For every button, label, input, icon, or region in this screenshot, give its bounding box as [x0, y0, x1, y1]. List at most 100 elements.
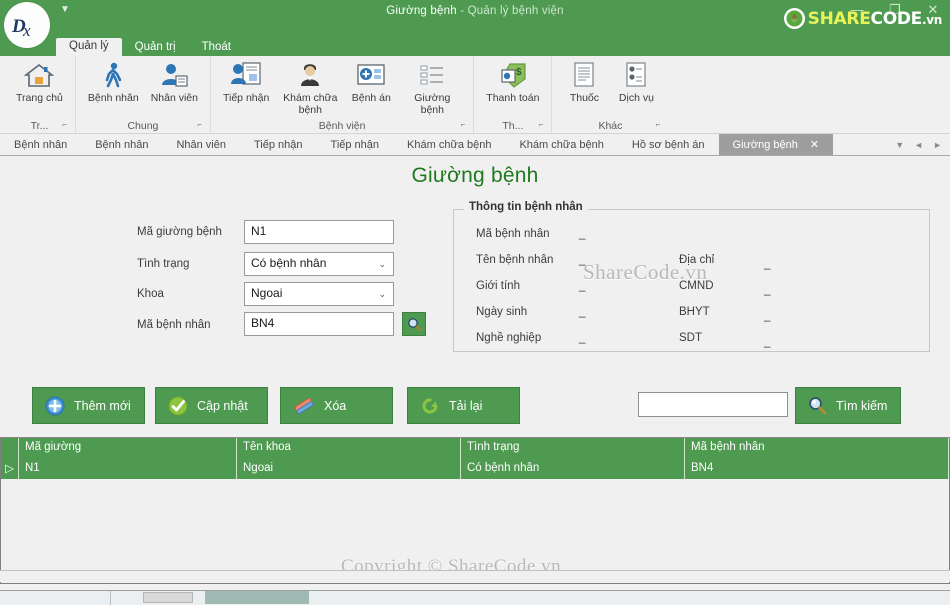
taskbar-item-window[interactable] [143, 592, 193, 603]
doc-tab-label: Giường bệnh [732, 138, 798, 151]
ribbon-item-label: Giường bệnh [414, 92, 451, 116]
doc-tab-kham-chua-benh-1[interactable]: Khám chữa bệnh [393, 134, 505, 155]
delete-button[interactable]: Xóa [280, 387, 393, 424]
search-input[interactable] [638, 392, 788, 417]
value-nghe-nghiep: _ [579, 332, 586, 344]
cell-ma-giuong: N1 [19, 459, 237, 479]
document-tab-bar: Bệnh nhân Bệnh nhân Nhân viên Tiếp nhận … [0, 134, 950, 156]
ribbon-item-thanh-toan[interactable]: $ Thanh toán [480, 60, 545, 105]
prescription-logo-icon: D x [11, 16, 31, 40]
ribbon-item-giuong-benh[interactable]: Giường bệnh [397, 60, 467, 116]
doc-tab-benh-nhan-2[interactable]: Bệnh nhân [81, 134, 162, 155]
table-row[interactable]: ▷ N1 Ngoai Có bệnh nhân BN4 [1, 459, 949, 479]
combo-khoa[interactable]: Ngoai ⌄ [244, 282, 394, 306]
dialog-launcher-icon[interactable]: ⌐ [461, 118, 466, 132]
column-header-tinh-trang[interactable]: Tình trạng [461, 438, 685, 459]
label-bhyt: BHYT [679, 306, 710, 318]
list-icon [418, 60, 446, 90]
value-sdt: _ [764, 336, 771, 348]
taskbar-divider [110, 590, 111, 605]
combo-khoa-value: Ngoai [251, 286, 283, 300]
label-ma-giuong-benh: Mã giường bệnh [137, 226, 222, 238]
ribbon-item-benh-nhan[interactable]: Bệnh nhân [82, 60, 145, 105]
input-ma-giuong-benh[interactable]: N1 [244, 220, 394, 244]
doc-tab-giuong-benh[interactable]: Giường bệnh ✕ [718, 134, 834, 155]
chevron-down-icon[interactable]: ⌄ [378, 289, 386, 300]
group-name: Th... [502, 120, 524, 132]
ribbon-item-label: Bệnh án [351, 92, 391, 104]
ribbon-group-label: Tr... ⌐ [10, 119, 69, 133]
plus-circle-icon [45, 396, 65, 415]
doctor-icon [297, 60, 323, 90]
ribbon-tab-thoat[interactable]: Thoát [189, 39, 244, 57]
dialog-launcher-icon[interactable]: ⌐ [197, 118, 202, 132]
lookup-patient-button[interactable] [402, 312, 426, 336]
doc-tab-nhan-vien[interactable]: Nhân viên [162, 134, 240, 155]
group-name: Khác [598, 120, 623, 132]
label-ten-benh-nhan: Tên bệnh nhân [476, 254, 554, 266]
chevron-down-icon[interactable]: ⌄ [378, 259, 386, 270]
next-tab-icon[interactable]: ► [933, 140, 942, 150]
ribbon-item-kham-chua-benh[interactable]: Khám chữa bệnh [275, 60, 345, 116]
column-header-ma-benh-nhan[interactable]: Mã bệnh nhân [685, 438, 949, 459]
close-icon[interactable]: ✕ [810, 138, 819, 151]
ribbon-tab-quan-tri[interactable]: Quản trị [122, 39, 189, 57]
taskbar-item-active[interactable] [205, 591, 309, 604]
reception-form-icon [230, 60, 262, 90]
label-khoa: Khoa [137, 288, 164, 300]
ribbon-item-benh-an[interactable]: Bệnh án [345, 60, 397, 105]
app-logo[interactable]: D x [4, 2, 50, 48]
column-header-ten-khoa[interactable]: Tên khoa [237, 438, 461, 459]
walking-person-icon [100, 60, 126, 90]
chevron-down-icon[interactable]: ▼ [895, 140, 904, 150]
svg-text:x: x [22, 21, 31, 40]
value-cmnd: _ [764, 284, 771, 296]
label-nghe-nghiep: Nghề nghiệp [476, 332, 542, 344]
label-ma-benh-nhan-info: Mã bệnh nhân [476, 228, 550, 240]
reload-button[interactable]: Tải lại [407, 387, 520, 424]
update-button[interactable]: Cập nhật [155, 387, 268, 424]
search-button[interactable]: Tìm kiếm [795, 387, 901, 424]
ribbon-group-thanh-toan: $ Thanh toán Th... ⌐ [473, 56, 551, 133]
combo-tinh-trang-value: Có bệnh nhân [251, 256, 327, 270]
prev-tab-icon[interactable]: ◄ [914, 140, 923, 150]
doc-tab-kham-chua-benh-2[interactable]: Khám chữa bệnh [505, 134, 617, 155]
doc-tab-benh-nhan-1[interactable]: Bệnh nhân [0, 134, 81, 155]
page-title: Giường bệnh [411, 164, 539, 187]
dialog-launcher-icon[interactable]: ⌐ [656, 118, 661, 132]
value-bhyt: _ [764, 310, 771, 322]
search-label: Tìm kiếm [836, 398, 888, 413]
doc-tab-tiep-nhan-2[interactable]: Tiếp nhận [317, 134, 394, 155]
column-header-ma-giuong[interactable]: Mã giường [19, 438, 237, 459]
employee-card-icon [159, 60, 189, 90]
ribbon-item-tiep-nhan[interactable]: Tiếp nhận [217, 60, 275, 105]
cell-tinh-trang: Có bệnh nhân [461, 459, 685, 479]
input-ma-benh-nhan[interactable]: BN4 [244, 312, 394, 336]
label-sdt: SDT [679, 332, 702, 344]
ribbon-item-dich-vu[interactable]: Dịch vụ [610, 60, 662, 105]
ribbon-item-nhan-vien[interactable]: Nhân viên [145, 60, 204, 105]
cell-ma-benh-nhan: BN4 [685, 459, 949, 479]
dialog-launcher-icon[interactable]: ⌐ [62, 118, 67, 132]
label-ngay-sinh: Ngày sinh [476, 306, 528, 318]
work-area: Giường bệnh Mã giường bệnh N1 Tình trạng… [0, 156, 950, 604]
ribbon-item-trang-chu[interactable]: Trang chủ [10, 60, 69, 105]
cell-ten-khoa: Ngoai [237, 459, 461, 479]
home-icon [24, 60, 55, 90]
group-name: Bệnh viện [318, 120, 366, 132]
brand-code: CODE [870, 8, 923, 29]
svg-text:$: $ [516, 67, 522, 78]
combo-tinh-trang[interactable]: Có bệnh nhân ⌄ [244, 252, 394, 276]
add-new-button[interactable]: Thêm mới [32, 387, 145, 424]
title-bar: D x ▼ Giường bệnh - Quản lý bệnh viện — … [0, 0, 950, 48]
row-selector-icon[interactable]: ▷ [1, 459, 19, 479]
label-gioi-tinh: Giới tính [476, 280, 520, 292]
ribbon-tab-quan-ly[interactable]: Quản lý [56, 38, 122, 57]
ribbon-item-thuoc[interactable]: Thuốc [558, 60, 610, 105]
label-cmnd: CMND [679, 280, 714, 292]
dialog-launcher-icon[interactable]: ⌐ [539, 118, 544, 132]
ribbon-group-label: Chung ⌐ [82, 119, 204, 133]
table-border: Mã giường Tên khoa Tình trạng Mã bệnh nh… [0, 438, 950, 584]
doc-tab-tiep-nhan-1[interactable]: Tiếp nhận [240, 134, 317, 155]
doc-tab-ho-so-benh-an[interactable]: Hồ sơ bệnh án [618, 134, 719, 155]
